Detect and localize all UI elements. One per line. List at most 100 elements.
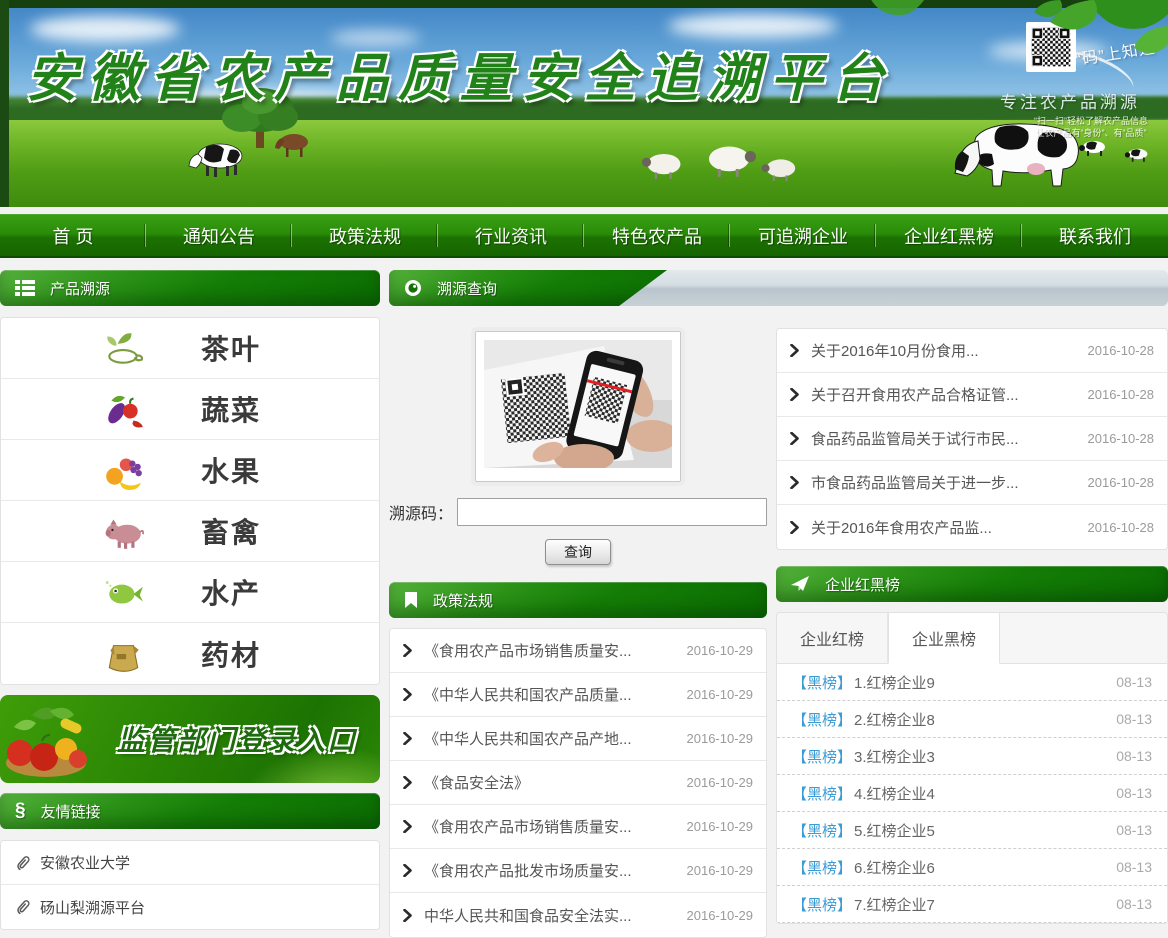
livestock-icon — [103, 510, 145, 552]
blacklist-date: 08-13 — [1116, 785, 1152, 801]
query-button[interactable]: 查询 — [545, 539, 611, 565]
nav-item-traceable-companies[interactable]: 可追溯企业 — [730, 215, 876, 256]
blacklist-item[interactable]: 【黑榜】 1.红榜企业9 08-13 — [777, 664, 1167, 701]
category-vegetables[interactable]: 蔬菜 — [1, 379, 379, 440]
friend-link-anhui-agri-univ[interactable]: 安徽农业大学 — [1, 841, 379, 885]
nav-item-featured-products[interactable]: 特色农产品 — [584, 215, 730, 256]
blacklist-text: 3.红榜企业3 — [854, 746, 935, 767]
sheep-illustration — [640, 150, 686, 180]
policy-item[interactable]: 《中华人民共和国农产品质量... 2016-10-29 — [390, 673, 766, 717]
nav-item-contact[interactable]: 联系我们 — [1022, 215, 1168, 256]
paper-plane-icon — [791, 576, 810, 592]
chevron-right-icon — [403, 732, 412, 745]
news-item[interactable]: 关于召开食用农产品合格证管... 2016-10-28 — [777, 373, 1167, 417]
main-area: 溯源查询 — [389, 270, 1168, 938]
page-content: 产品溯源 茶叶 蔬菜 — [0, 258, 1168, 938]
friend-links-list: 安徽农业大学 砀山梨溯源平台 — [0, 840, 380, 930]
blacklist-tag: 【黑榜】 — [792, 894, 852, 915]
category-list: 茶叶 蔬菜 水果 — [0, 317, 380, 685]
news-redblack-section: 关于2016年10月份食用... 2016-10-28 关于召开食用农产品合格证… — [776, 318, 1168, 938]
trace-code-form: 溯源码： — [389, 498, 767, 526]
news-item-text: 食品药品监管局关于试行市民... — [811, 428, 1076, 449]
nav-item-industry-news[interactable]: 行业资讯 — [438, 215, 584, 256]
policy-item[interactable]: 《食用农产品市场销售质量安... 2016-10-29 — [390, 805, 766, 849]
regulator-login-banner[interactable]: 监管部门登录入口 — [0, 695, 380, 783]
blacklist-date: 08-13 — [1116, 859, 1152, 875]
category-aquatic[interactable]: 水产 — [1, 562, 379, 623]
nav-item-policies[interactable]: 政策法规 — [292, 215, 438, 256]
tab-red-list[interactable]: 企业红榜 — [777, 613, 888, 663]
blacklist-date: 08-13 — [1116, 674, 1152, 690]
category-herbs[interactable]: 药材 — [1, 623, 379, 684]
banner-subtext: “扫一扫”轻松了解农产品信息 让农产品有“身份”、有“品质” — [1034, 115, 1148, 139]
policy-item[interactable]: 《食用农产品市场销售质量安... 2016-10-29 — [390, 629, 766, 673]
nav-item-home[interactable]: 首 页 — [0, 215, 146, 256]
news-item[interactable]: 市食品药品监管局关于进一步... 2016-10-28 — [777, 461, 1167, 505]
blacklist-item[interactable]: 【黑榜】 7.红榜企业7 08-13 — [777, 886, 1167, 923]
sheep-illustration — [700, 142, 756, 178]
blacklist-text: 4.红榜企业4 — [854, 783, 935, 804]
chevron-right-icon — [403, 776, 412, 789]
blacklist-item[interactable]: 【黑榜】 3.红榜企业3 08-13 — [777, 738, 1167, 775]
policy-item[interactable]: 《食品安全法》 2016-10-29 — [390, 761, 766, 805]
news-item-text: 关于2016年10月份食用... — [811, 340, 1076, 361]
tea-icon — [103, 327, 145, 369]
category-tea[interactable]: 茶叶 — [1, 318, 379, 379]
friend-link-dangshan-pear[interactable]: 砀山梨溯源平台 — [1, 885, 379, 929]
policy-item[interactable]: 中华人民共和国食品安全法实... 2016-10-29 — [390, 893, 766, 937]
policy-item-date: 2016-10-29 — [687, 863, 754, 878]
trace-code-label: 溯源码： — [389, 500, 453, 524]
policy-item[interactable]: 《中华人民共和国农产品产地... 2016-10-29 — [390, 717, 766, 761]
blacklist-date: 08-13 — [1116, 748, 1152, 764]
trace-query-section: 溯源码： 查询 政策法规 《食用农产品市场销售质量安... 2016-10-29 — [389, 318, 767, 938]
vegetables-illustration — [2, 697, 94, 781]
header-banner: 安徽省农产品质量安全追溯平台 “码”上知道 专注农产品溯源 “扫一扫”轻松了解农… — [0, 0, 1168, 207]
blacklist-tag: 【黑榜】 — [792, 857, 852, 878]
banner-subline-1: “扫一扫”轻松了解农产品信息 — [1034, 115, 1148, 127]
news-item[interactable]: 关于2016年食用农产品监... 2016-10-28 — [777, 505, 1167, 549]
chevron-right-icon — [790, 344, 799, 357]
policy-item-date: 2016-10-29 — [687, 775, 754, 790]
category-label: 水果 — [201, 450, 261, 490]
trace-query-title: 溯源查询 — [437, 278, 497, 299]
leaves-decoration — [838, 0, 928, 34]
product-trace-title: 产品溯源 — [50, 278, 110, 299]
policy-item[interactable]: 《食用农产品批发市场质量安... 2016-10-29 — [390, 849, 766, 893]
paperclip-icon — [15, 899, 30, 915]
friend-links-header: § 友情链接 — [0, 793, 380, 829]
category-livestock[interactable]: 畜禽 — [1, 501, 379, 562]
news-item[interactable]: 食品药品监管局关于试行市民... 2016-10-28 — [777, 417, 1167, 461]
tab-black-list[interactable]: 企业黑榜 — [888, 613, 1000, 664]
chevron-right-icon — [403, 820, 412, 833]
chevron-right-icon — [790, 476, 799, 489]
policy-item-text: 《食用农产品市场销售质量安... — [424, 640, 675, 661]
category-label: 茶叶 — [201, 328, 261, 368]
banner-subline-2: 让农产品有“身份”、有“品质” — [1034, 127, 1148, 139]
policy-item-text: 《食用农产品批发市场质量安... — [424, 860, 675, 881]
blacklist-date: 08-13 — [1116, 896, 1152, 912]
policy-header: 政策法规 — [389, 582, 767, 618]
category-label: 蔬菜 — [201, 389, 261, 429]
redblack-tab-bar: 企业红榜 企业黑榜 — [777, 613, 1167, 664]
chevron-right-icon — [403, 909, 412, 922]
blacklist-item[interactable]: 【黑榜】 4.红榜企业4 08-13 — [777, 775, 1167, 812]
category-fruits[interactable]: 水果 — [1, 440, 379, 501]
blacklist-tag: 【黑榜】 — [792, 746, 852, 767]
site-title: 安徽省农产品质量安全追溯平台 — [26, 36, 894, 111]
banner-slogan: 专注农产品溯源 — [1000, 88, 1140, 113]
blacklist-text: 1.红榜企业9 — [854, 672, 935, 693]
cow-illustration — [186, 138, 248, 178]
blacklist-date: 08-13 — [1116, 711, 1152, 727]
blacklist-item[interactable]: 【黑榜】 6.红榜企业6 08-13 — [777, 849, 1167, 886]
nav-item-notices[interactable]: 通知公告 — [146, 215, 292, 256]
blacklist-text: 6.红榜企业6 — [854, 857, 935, 878]
trace-query-header-green: 溯源查询 — [389, 270, 667, 306]
trace-code-input[interactable] — [457, 498, 767, 526]
policy-title: 政策法规 — [433, 590, 493, 611]
blacklist-item[interactable]: 【黑榜】 5.红榜企业5 08-13 — [777, 812, 1167, 849]
blacklist-item[interactable]: 【黑榜】 2.红榜企业8 08-13 — [777, 701, 1167, 738]
category-label: 畜禽 — [201, 511, 261, 551]
news-item[interactable]: 关于2016年10月份食用... 2016-10-28 — [777, 329, 1167, 373]
nav-item-redblack-list[interactable]: 企业红黑榜 — [876, 215, 1022, 256]
blacklist-tag: 【黑榜】 — [792, 709, 852, 730]
